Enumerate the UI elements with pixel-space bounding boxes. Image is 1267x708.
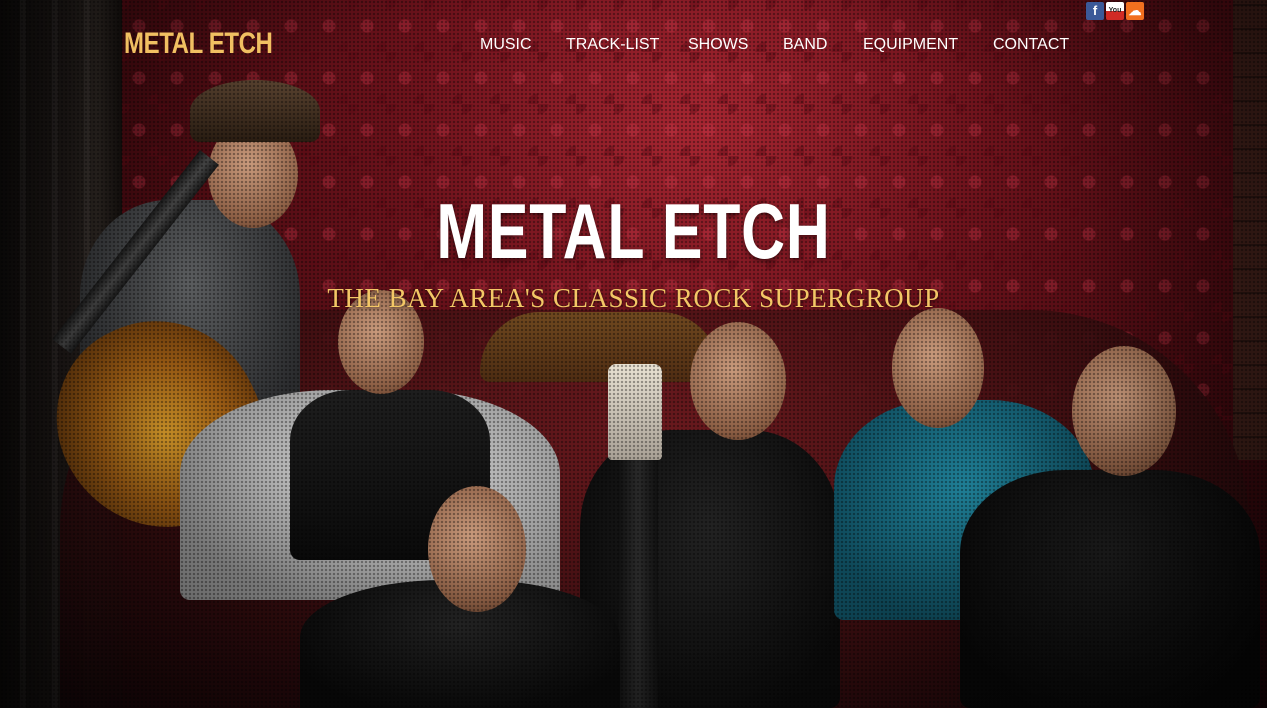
nav-item-track-list[interactable]: TRACK-LIST <box>566 34 659 56</box>
band-member-front-head <box>428 486 526 612</box>
band-member-teal-head <box>892 308 984 428</box>
youtube-icon[interactable]: You <box>1106 2 1124 20</box>
social-links: f You ☁ <box>1086 2 1144 20</box>
band-member-right-body <box>960 470 1260 708</box>
band-member-right-head <box>1072 346 1176 476</box>
nav-item-shows[interactable]: SHOWS <box>688 34 748 56</box>
nav-item-music[interactable]: MUSIC <box>480 34 532 56</box>
fedora-hat <box>190 80 320 142</box>
soundcloud-icon[interactable]: ☁ <box>1126 2 1144 20</box>
nav-item-band[interactable]: BAND <box>783 34 827 56</box>
hero-title: METAL ETCH <box>436 187 831 275</box>
facebook-icon[interactable]: f <box>1086 2 1104 20</box>
brick-wall <box>1233 0 1267 460</box>
hero-background <box>0 0 1267 708</box>
second-guitar-headstock <box>608 364 662 460</box>
hero-subtitle: THE BAY AREA'S CLASSIC ROCK SUPERGROUP <box>327 283 940 313</box>
band-member-center-head <box>690 322 786 440</box>
nav-item-contact[interactable]: CONTACT <box>993 34 1069 56</box>
sofa-ornament <box>480 312 720 382</box>
nav-item-equipment[interactable]: EQUIPMENT <box>863 34 958 56</box>
brand-logo-link[interactable]: METAL ETCH <box>124 26 273 62</box>
